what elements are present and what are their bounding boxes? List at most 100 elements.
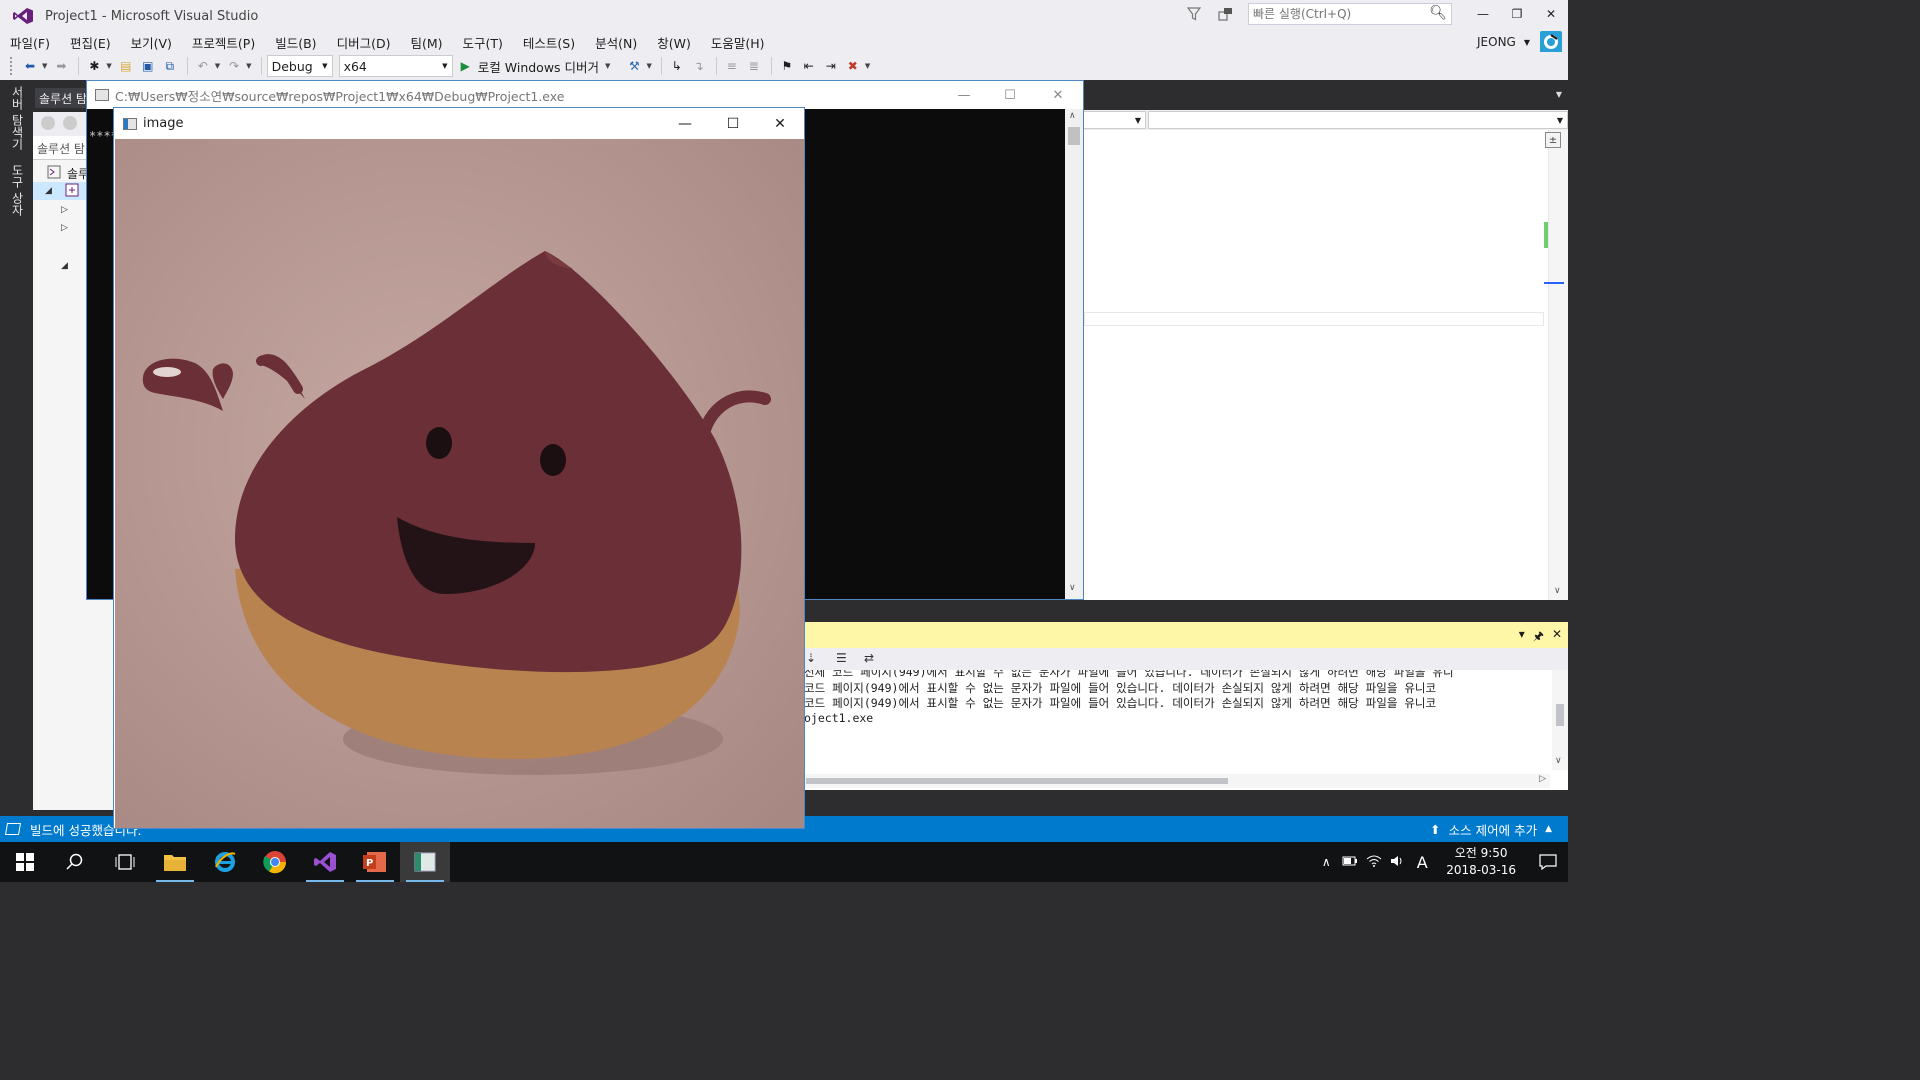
prev-bookmark-icon[interactable]: ⇤ <box>799 56 819 76</box>
scroll-down-arrow-icon[interactable]: ∨ <box>1069 583 1076 593</box>
scroll-thumb[interactable] <box>1556 704 1564 726</box>
menu-build[interactable]: 빌드(B) <box>265 33 326 52</box>
scroll-right-arrow-icon[interactable]: ▷ <box>1539 774 1546 784</box>
chevron-down-icon[interactable]: ▼ <box>1524 38 1530 47</box>
new-project-icon[interactable]: ✱ <box>84 56 104 76</box>
back-icon[interactable]: ⬅︎ <box>20 56 40 76</box>
expanded-arrow-icon[interactable]: ◢ <box>45 186 52 196</box>
scroll-thumb[interactable] <box>1068 127 1080 145</box>
account-area[interactable]: JEONG ▼ <box>1477 30 1568 54</box>
chevron-down-icon[interactable]: ▼ <box>605 62 610 70</box>
console-title-bar[interactable]: C:₩Users₩정소연₩source₩repos₩Project1₩x64₩D… <box>87 81 1083 109</box>
scroll-down-arrow-icon[interactable]: ∨ <box>1555 756 1562 766</box>
quick-launch-input[interactable] <box>1253 7 1433 21</box>
volume-icon[interactable] <box>1386 855 1410 870</box>
clear-all-icon[interactable]: ☰ <box>836 651 847 665</box>
open-file-icon[interactable]: ▤ <box>116 56 136 76</box>
image-window[interactable]: image — ☐ ✕ <box>113 107 805 829</box>
taskbar-internet-explorer[interactable] <box>200 842 250 882</box>
notification-icon[interactable] <box>1216 4 1236 24</box>
chevron-up-icon[interactable]: ▲ <box>1545 824 1552 834</box>
menu-window[interactable]: 창(W) <box>647 33 701 52</box>
expanded-arrow-icon[interactable]: ◢ <box>61 261 68 271</box>
clear-bookmarks-icon[interactable]: ✖ <box>843 56 863 76</box>
wifi-icon[interactable] <box>1362 855 1386 870</box>
user-name[interactable]: JEONG <box>1477 35 1516 49</box>
menu-file[interactable]: 파일(F) <box>0 33 60 52</box>
output-horizontal-scrollbar[interactable]: ▷ <box>800 774 1550 788</box>
save-icon[interactable]: ▣ <box>138 56 158 76</box>
menu-view[interactable]: 보기(V) <box>121 33 182 52</box>
nav-project-dropdown[interactable]: ▼ <box>1080 111 1146 129</box>
collapsed-arrow-icon[interactable]: ▷ <box>61 223 68 233</box>
word-wrap-icon[interactable]: ⇄ <box>864 651 874 665</box>
code-editor[interactable]: ∨ <box>1080 130 1568 600</box>
toolbar-overflow-icon[interactable]: ▼ <box>865 62 870 70</box>
back-icon[interactable] <box>41 116 55 130</box>
taskbar-file-explorer[interactable] <box>150 842 200 882</box>
next-bookmark-icon[interactable]: ⇥ <box>821 56 841 76</box>
toolbox-tab[interactable]: 도구 상자 <box>6 164 26 216</box>
scroll-down-arrow-icon[interactable]: ∨ <box>1554 586 1561 596</box>
close-icon[interactable]: ✕ <box>1552 627 1562 648</box>
menu-test[interactable]: 테스트(S) <box>513 33 585 52</box>
action-center-button[interactable] <box>1528 854 1568 870</box>
taskbar-console-app[interactable] <box>400 842 450 882</box>
quick-launch-box[interactable]: 🔍︎ <box>1248 3 1452 25</box>
toolbar-grip[interactable] <box>10 57 14 75</box>
minimize-button[interactable]: — <box>941 81 987 109</box>
step-over-icon[interactable]: ↴ <box>689 56 709 76</box>
menu-help[interactable]: 도움말(H) <box>701 33 775 52</box>
maximize-button[interactable]: ☐ <box>987 81 1033 109</box>
taskbar-visual-studio[interactable] <box>300 842 350 882</box>
solution-config-select[interactable]: Debug ▼ <box>266 55 333 77</box>
close-button[interactable]: ✕ <box>1534 0 1568 28</box>
redo-icon[interactable]: ↷ <box>224 56 244 76</box>
save-all-icon[interactable]: ⧉ <box>160 56 180 76</box>
taskbar-clock[interactable]: 오전 9:50 2018-03-16 <box>1446 845 1516 879</box>
scroll-thumb[interactable] <box>806 778 1228 784</box>
server-explorer-tab[interactable]: 서버 탐색기 <box>6 86 26 150</box>
undo-icon[interactable]: ↶ <box>193 56 213 76</box>
solution-explorer-tab[interactable]: 솔루션 탐 <box>35 88 91 108</box>
chevron-up-icon[interactable]: ∧ <box>1314 855 1338 869</box>
menu-edit[interactable]: 편집(E) <box>60 33 121 52</box>
menu-project[interactable]: 프로젝트(P) <box>182 33 265 52</box>
restore-button[interactable]: ❐ <box>1500 0 1534 28</box>
forward-icon[interactable]: ➡︎ <box>51 56 71 76</box>
menu-analyze[interactable]: 분석(N) <box>585 33 647 52</box>
avatar[interactable] <box>1540 31 1562 53</box>
close-button[interactable]: ✕ <box>1035 81 1081 109</box>
menu-team[interactable]: 팀(M) <box>400 33 452 52</box>
battery-icon[interactable] <box>1338 855 1362 869</box>
outdent-icon[interactable]: ≣ <box>744 56 764 76</box>
close-button[interactable]: ✕ <box>757 108 803 139</box>
platform-select[interactable]: x64 ▼ <box>338 55 453 77</box>
menu-debug[interactable]: 디버그(D) <box>327 33 401 52</box>
output-vertical-scrollbar[interactable]: ∨ <box>1552 670 1568 770</box>
minimize-button[interactable]: — <box>662 108 708 139</box>
pin-icon[interactable]: 🖈︎ <box>1533 627 1544 648</box>
menu-tools[interactable]: 도구(T) <box>453 33 513 52</box>
chevron-down-icon[interactable]: ▼ <box>246 62 251 70</box>
maximize-button[interactable]: ☐ <box>710 108 756 139</box>
console-vertical-scrollbar[interactable]: ∧ ∨ <box>1065 109 1083 599</box>
tab-list-dropdown-icon[interactable]: ▼ <box>1556 90 1562 99</box>
chevron-down-icon[interactable]: ▼ <box>42 62 47 70</box>
search-button[interactable] <box>50 842 100 882</box>
step-into-icon[interactable]: ↳ <box>667 56 687 76</box>
indent-icon[interactable]: ≡ <box>722 56 742 76</box>
forward-icon[interactable] <box>63 116 77 130</box>
feedback-filter-icon[interactable] <box>1184 4 1204 24</box>
nav-member-dropdown[interactable]: ▼ <box>1148 111 1568 129</box>
chevron-down-icon[interactable]: ▼ <box>215 62 220 70</box>
output-text-area[interactable]: 전체 코드 페이지(949)에서 표시할 수 없는 문자가 파일에 들어 있습니… <box>800 670 1568 790</box>
image-window-title-bar[interactable]: image — ☐ ✕ <box>114 108 804 139</box>
input-method-indicator[interactable]: A <box>1410 853 1434 872</box>
split-editor-icon[interactable]: ± <box>1545 132 1561 148</box>
arrow-up-icon[interactable]: ⬆︎ <box>1430 822 1440 837</box>
task-view-button[interactable] <box>100 842 150 882</box>
search-icon[interactable]: 🔍︎ <box>1429 5 1447 21</box>
bookmark-icon[interactable]: ⚑ <box>777 56 797 76</box>
taskbar-chrome[interactable] <box>250 842 300 882</box>
